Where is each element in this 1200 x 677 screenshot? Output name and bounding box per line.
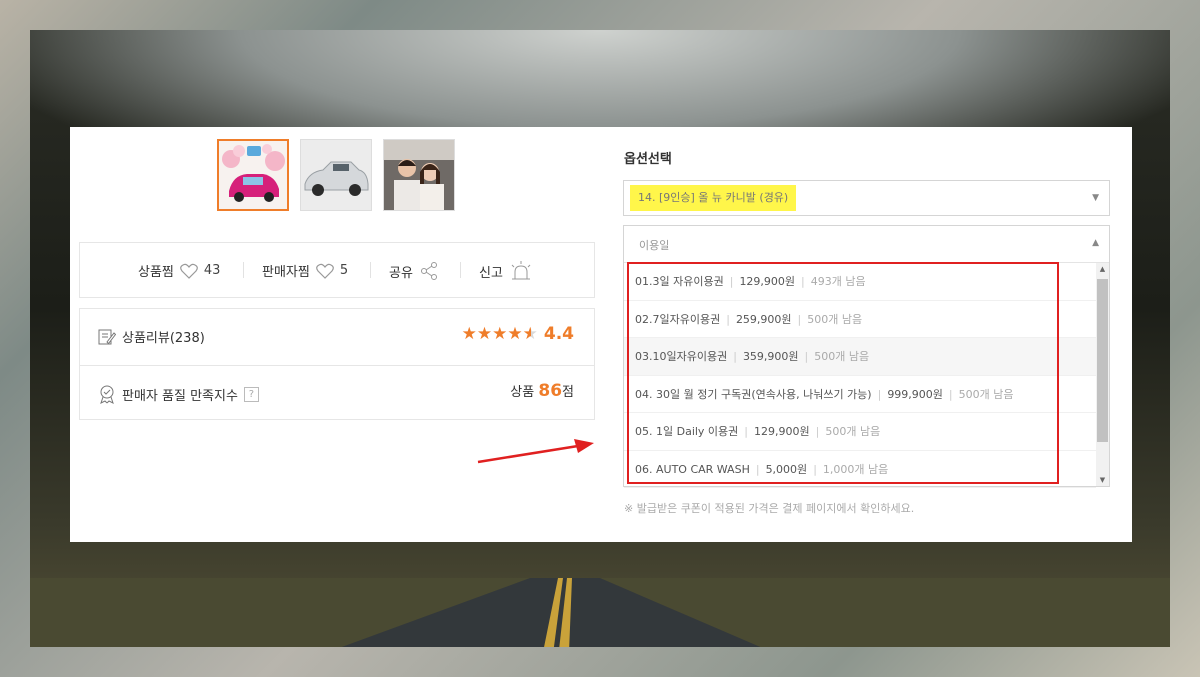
- quality-score: 상품 86점: [510, 381, 574, 401]
- option-name: 02.7일자유이용권: [635, 312, 721, 326]
- option-price: 129,900원: [739, 275, 796, 288]
- divider: |: [726, 312, 730, 326]
- date-select-header[interactable]: 이용일 ▲: [624, 226, 1109, 263]
- divider: |: [948, 387, 953, 401]
- quality-suffix: 점: [562, 385, 574, 400]
- help-icon[interactable]: ?: [243, 386, 259, 402]
- option-price: 999,900원: [887, 387, 943, 401]
- quality-label: 판매자 품질 만족지수: [122, 388, 238, 404]
- divider: |: [755, 462, 760, 476]
- option-name: 04. 30일 월 정기 구독권(연속사용, 나눠쓰기 가능): [635, 387, 872, 401]
- share-label: 공유: [389, 265, 413, 281]
- divider: |: [813, 462, 817, 476]
- star-rating: ★★★★★ 4.4: [462, 324, 574, 344]
- stars: ★★★★★: [462, 324, 538, 344]
- divider: [460, 262, 461, 278]
- star-icon: ★: [492, 324, 508, 344]
- award-badge-icon: [100, 385, 114, 404]
- divider: |: [733, 350, 737, 363]
- scroll-down-arrow-icon[interactable]: ▼: [1096, 474, 1109, 486]
- seller-wish-label: 판매자찜: [262, 265, 310, 280]
- wish-button[interactable]: 상품찜 43: [138, 261, 220, 280]
- option-item[interactable]: 04. 30일 월 정기 구독권(연속사용, 나눠쓰기 가능) | 999,900원…: [624, 376, 1096, 413]
- share-icon: [420, 262, 437, 280]
- thumbnail-couple-in-car[interactable]: [383, 139, 455, 211]
- option-title: 옵션선택: [624, 152, 672, 167]
- option-price: 5,000원: [765, 462, 808, 476]
- chevron-up-icon: ▲: [1092, 238, 1099, 248]
- option-name: 03.10일자유이용권: [635, 350, 728, 363]
- option-price: 359,900원: [742, 350, 799, 363]
- divider: |: [797, 312, 802, 326]
- divider: |: [801, 275, 805, 288]
- option-item[interactable]: 01.3일 자유이용권 | 129,900원 | 493개 남음: [624, 263, 1096, 301]
- heart-icon: [180, 263, 198, 279]
- seller-wish-count: 5: [339, 263, 349, 278]
- option-price: 129,900원: [754, 425, 810, 438]
- half-star-icon: ★: [522, 324, 538, 344]
- vehicle-selected: 14. [9인승] 올 뉴 카니발 (경유): [630, 185, 797, 211]
- option-item[interactable]: 06. AUTO CAR WASH | 5,000원 | 1,000개 남음: [624, 451, 1096, 488]
- option-name: 06. AUTO CAR WASH: [635, 462, 750, 476]
- date-select[interactable]: 이용일 ▲ 01.3일 자유이용권 | 129,900원 | 493개 남음 02.7일…: [623, 225, 1110, 488]
- option-item[interactable]: 03.10일자유이용권 | 359,900원 | 500개 남음: [624, 338, 1096, 376]
- scroll-up-arrow-icon[interactable]: ▲: [1096, 263, 1109, 275]
- review-label-wrap: 상품리뷰(238): [98, 327, 205, 346]
- option-remain: 500개 남음: [814, 350, 870, 363]
- review-box: 상품리뷰(238) ★★★★★ 4.4 판매자 품질 만족지수 ? 상품 86점: [79, 308, 595, 420]
- annotation-arrow-icon: [477, 439, 594, 464]
- report-label: 신고: [479, 265, 503, 281]
- report-button[interactable]: 신고: [479, 261, 533, 281]
- wish-label: 상품찜: [138, 265, 174, 280]
- scroll-thumb[interactable]: [1097, 279, 1108, 442]
- option-remain: 1,000개 남음: [822, 462, 889, 476]
- stats-bar: 상품찜 43 판매자찜 5 공유 신고: [79, 242, 595, 298]
- vehicle-select[interactable]: 14. [9인승] 올 뉴 카니발 (경유) ▼: [623, 180, 1110, 216]
- review-label: 상품리뷰(238): [122, 331, 205, 346]
- rating-value: 4.4: [543, 324, 574, 344]
- siren-icon: [511, 261, 531, 280]
- coupon-notice: ※ 발급받은 쿠폰이 적용된 가격은 결제 페이지에서 확인하세요.: [624, 502, 915, 515]
- scrollbar[interactable]: ▲ ▼: [1096, 263, 1109, 486]
- date-placeholder: 이용일: [639, 239, 670, 252]
- quality-row: 판매자 품질 만족지수 ? 상품 86점: [80, 365, 594, 421]
- divider: [370, 262, 371, 278]
- divider: |: [729, 275, 734, 288]
- seller-wish-button[interactable]: 판매자찜 5: [262, 261, 348, 280]
- divider: |: [815, 425, 820, 438]
- option-price: 259,900원: [735, 312, 792, 326]
- thumbnail-pink-car[interactable]: [217, 139, 289, 211]
- thumbnail-silver-sedan[interactable]: [300, 139, 372, 211]
- quality-score-value: 86: [538, 381, 563, 401]
- review-row[interactable]: 상품리뷰(238) ★★★★★ 4.4: [80, 309, 594, 364]
- option-list: 01.3일 자유이용권 | 129,900원 | 493개 남음 02.7일자유이용권 |…: [624, 263, 1096, 488]
- option-item[interactable]: 05. 1일 Daily 이용권 | 129,900원 | 500개 남음: [624, 413, 1096, 451]
- star-icon: ★: [507, 324, 523, 344]
- chevron-down-icon: ▼: [1092, 193, 1099, 203]
- option-name: 01.3일 자유이용권: [635, 275, 724, 288]
- quality-label-wrap: 판매자 품질 만족지수 ?: [98, 384, 259, 404]
- divider: [243, 262, 244, 278]
- option-item[interactable]: 02.7일자유이용권 | 259,900원 | 500개 남음: [624, 301, 1096, 338]
- wish-count: 43: [203, 263, 221, 278]
- option-name: 05. 1일 Daily 이용권: [635, 425, 739, 438]
- option-remain: 500개 남음: [807, 312, 863, 326]
- heart-icon: [315, 263, 334, 279]
- edit-review-icon: [98, 329, 116, 344]
- divider: |: [804, 350, 809, 363]
- option-remain: 493개 남음: [810, 275, 866, 288]
- star-icon: ★: [476, 324, 493, 344]
- star-icon: ★: [461, 324, 477, 344]
- divider: |: [877, 387, 882, 401]
- option-remain: 500개 남음: [958, 387, 1014, 401]
- divider: |: [744, 425, 749, 438]
- option-remain: 500개 남음: [825, 425, 881, 438]
- share-button[interactable]: 공유: [389, 261, 439, 281]
- quality-prefix: 상품: [510, 385, 535, 400]
